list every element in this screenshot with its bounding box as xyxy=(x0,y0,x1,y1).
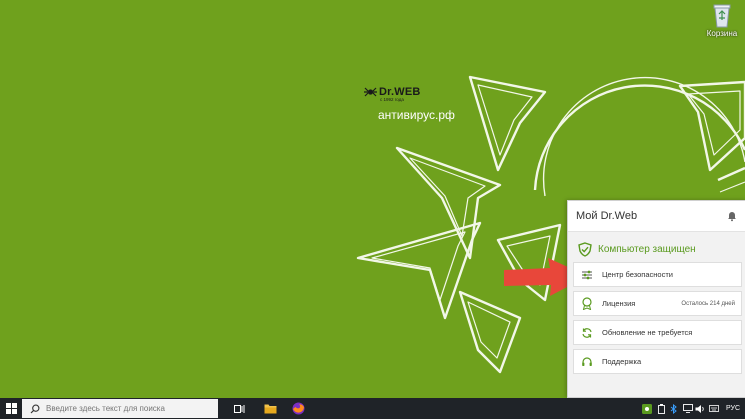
certificate-icon xyxy=(580,297,594,311)
bell-icon[interactable] xyxy=(726,210,738,222)
headset-icon xyxy=(580,355,594,369)
drweb-tray-button[interactable] xyxy=(640,398,654,419)
update-button[interactable]: Обновление не требуется xyxy=(573,320,742,345)
search-icon xyxy=(30,404,40,413)
protection-status: Компьютер защищен xyxy=(568,236,745,262)
taskbar-search[interactable] xyxy=(22,399,218,418)
speaker-icon xyxy=(695,404,704,413)
sliders-icon xyxy=(580,268,594,282)
taskbar: РУС xyxy=(0,398,745,419)
website-text: антивирус.рф xyxy=(378,108,455,122)
drweb-logo: Dr.WEB с 1992 года антивирус.рф xyxy=(364,86,455,122)
desktop: Корзина Dr.WEB с 1992 года антивирус.рф … xyxy=(0,0,745,398)
license-days-left: Осталось 214 дней xyxy=(681,300,735,307)
volume-button[interactable] xyxy=(694,398,707,419)
search-input[interactable] xyxy=(46,404,216,413)
start-button[interactable] xyxy=(0,398,22,419)
battery-icon xyxy=(657,403,665,414)
task-view-button[interactable] xyxy=(227,398,253,419)
folder-icon xyxy=(264,404,276,414)
firefox-icon xyxy=(292,402,304,415)
network-button[interactable] xyxy=(681,398,694,419)
menu-item-label: Лицензия xyxy=(602,299,636,308)
menu-item-label: Поддержка xyxy=(602,357,642,366)
keyboard-button[interactable] xyxy=(708,398,720,419)
battery-indicator[interactable] xyxy=(655,398,667,419)
refresh-icon xyxy=(580,326,594,340)
status-text: Компьютер защищен xyxy=(598,243,696,255)
keyboard-icon xyxy=(709,405,719,412)
language-indicator[interactable]: РУС xyxy=(722,398,744,419)
network-icon xyxy=(682,404,693,413)
support-button[interactable]: Поддержка xyxy=(573,349,742,374)
file-explorer-button[interactable] xyxy=(257,398,283,419)
task-view-icon xyxy=(234,404,245,413)
recycle-bin[interactable]: Корзина xyxy=(700,2,744,38)
menu-item-label: Центр безопасности xyxy=(602,270,673,279)
drweb-panel: Мой Dr.Web Компьютер защищен Центр безоп… xyxy=(567,200,745,398)
panel-title: Мой Dr.Web xyxy=(576,210,638,222)
windows-logo-icon xyxy=(5,403,17,414)
spider-logo-icon xyxy=(364,87,377,97)
shield-check-icon xyxy=(578,241,592,257)
menu-item-label: Обновление не требуется xyxy=(602,328,693,337)
license-button[interactable]: Лицензия Осталось 214 дней xyxy=(573,291,742,316)
security-center-button[interactable]: Центр безопасности xyxy=(573,262,742,287)
firefox-button[interactable] xyxy=(285,398,311,419)
panel-header: Мой Dr.Web xyxy=(568,201,745,232)
recycle-bin-icon xyxy=(713,4,731,28)
bluetooth-button[interactable] xyxy=(667,398,680,419)
recycle-bin-label: Корзина xyxy=(706,29,738,38)
bluetooth-icon xyxy=(670,403,677,414)
drweb-tray-icon xyxy=(642,403,652,414)
